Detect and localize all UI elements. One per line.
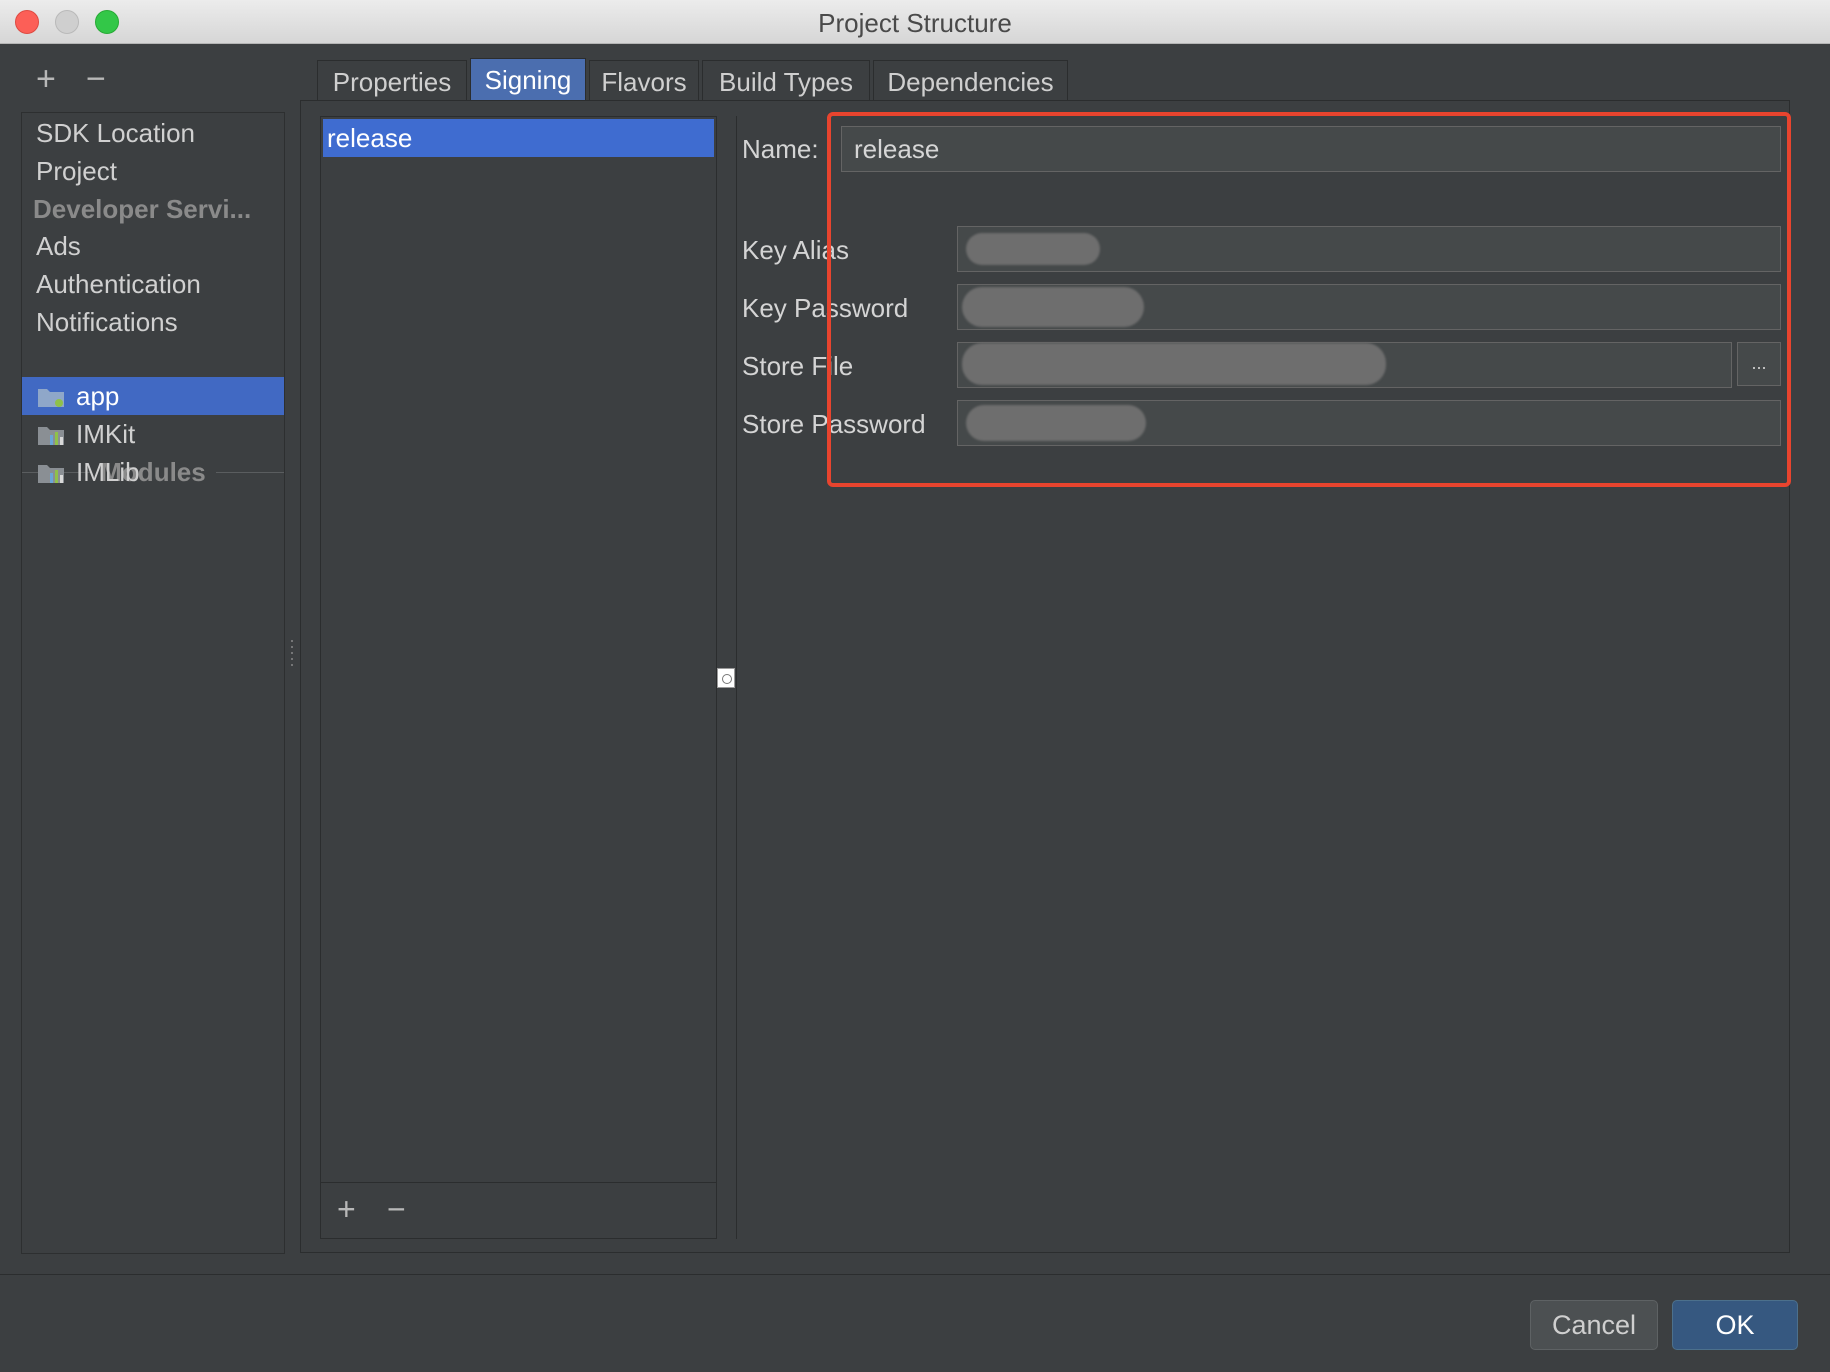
title-bar: Project Structure [0, 0, 1830, 44]
store-password-label: Store Password [742, 409, 926, 439]
tab-flavors[interactable]: Flavors [589, 60, 699, 102]
module-item-imkit[interactable]: IMKit [22, 415, 284, 453]
module-label: IMKit [76, 419, 136, 449]
add-config-icon[interactable]: + [337, 1191, 356, 1228]
key-password-field[interactable] [957, 284, 1781, 330]
add-icon[interactable]: + [36, 62, 56, 96]
tab-dependencies[interactable]: Dependencies [873, 60, 1068, 102]
remove-config-icon[interactable]: − [387, 1191, 406, 1228]
redacted-mask [962, 343, 1386, 385]
nav-item-ads[interactable]: Ads [22, 227, 284, 265]
name-field[interactable]: release [841, 126, 1781, 172]
remove-icon[interactable]: − [86, 62, 106, 96]
nav-item-project[interactable]: Project [22, 152, 284, 190]
list-toolbar: + − [321, 1182, 716, 1238]
panel-split-handle[interactable] [717, 668, 735, 688]
nav-header-developer-services: Developer Servi... [33, 194, 252, 224]
tab-properties[interactable]: Properties [317, 60, 467, 102]
library-module-icon [38, 465, 64, 483]
key-password-label: Key Password [742, 293, 909, 323]
signing-config-list: release + − [320, 116, 717, 1239]
tab-signing[interactable]: Signing [470, 58, 586, 102]
store-password-field[interactable] [957, 400, 1781, 446]
module-item-app[interactable]: app [22, 377, 284, 415]
tab-build-types[interactable]: Build Types [702, 60, 870, 102]
window-title: Project Structure [818, 8, 1012, 38]
nav-item-sdk-location[interactable]: SDK Location [22, 114, 284, 152]
nav-item-authentication[interactable]: Authentication [22, 265, 284, 303]
panel-divider [736, 116, 737, 1239]
cancel-button[interactable]: Cancel [1530, 1300, 1658, 1350]
redacted-mask [962, 287, 1144, 327]
ok-button[interactable]: OK [1672, 1300, 1798, 1350]
module-label: IMLib [76, 457, 140, 487]
name-label: Name: [742, 134, 819, 164]
redacted-mask [966, 233, 1100, 265]
settings-nav: SDK Location Project Developer Servi... … [21, 112, 285, 1254]
store-file-label: Store File [742, 351, 854, 381]
module-item-imlib[interactable]: IMLib [22, 453, 284, 491]
browse-store-file-button[interactable]: ... [1737, 342, 1781, 386]
key-alias-label: Key Alias [742, 235, 849, 265]
bottom-separator [0, 1274, 1830, 1275]
module-label: app [76, 381, 120, 411]
nav-item-notifications[interactable]: Notifications [22, 303, 284, 341]
splitter-grip-icon[interactable] [289, 638, 295, 670]
key-alias-field[interactable] [957, 226, 1781, 272]
store-file-field[interactable] [957, 342, 1732, 388]
app-module-icon [38, 389, 64, 407]
library-module-icon [38, 427, 64, 445]
redacted-mask [966, 405, 1146, 441]
list-item-release[interactable]: release [323, 119, 714, 157]
project-structure-window: Project Structure + − SDK Location Proje… [0, 0, 1830, 1372]
